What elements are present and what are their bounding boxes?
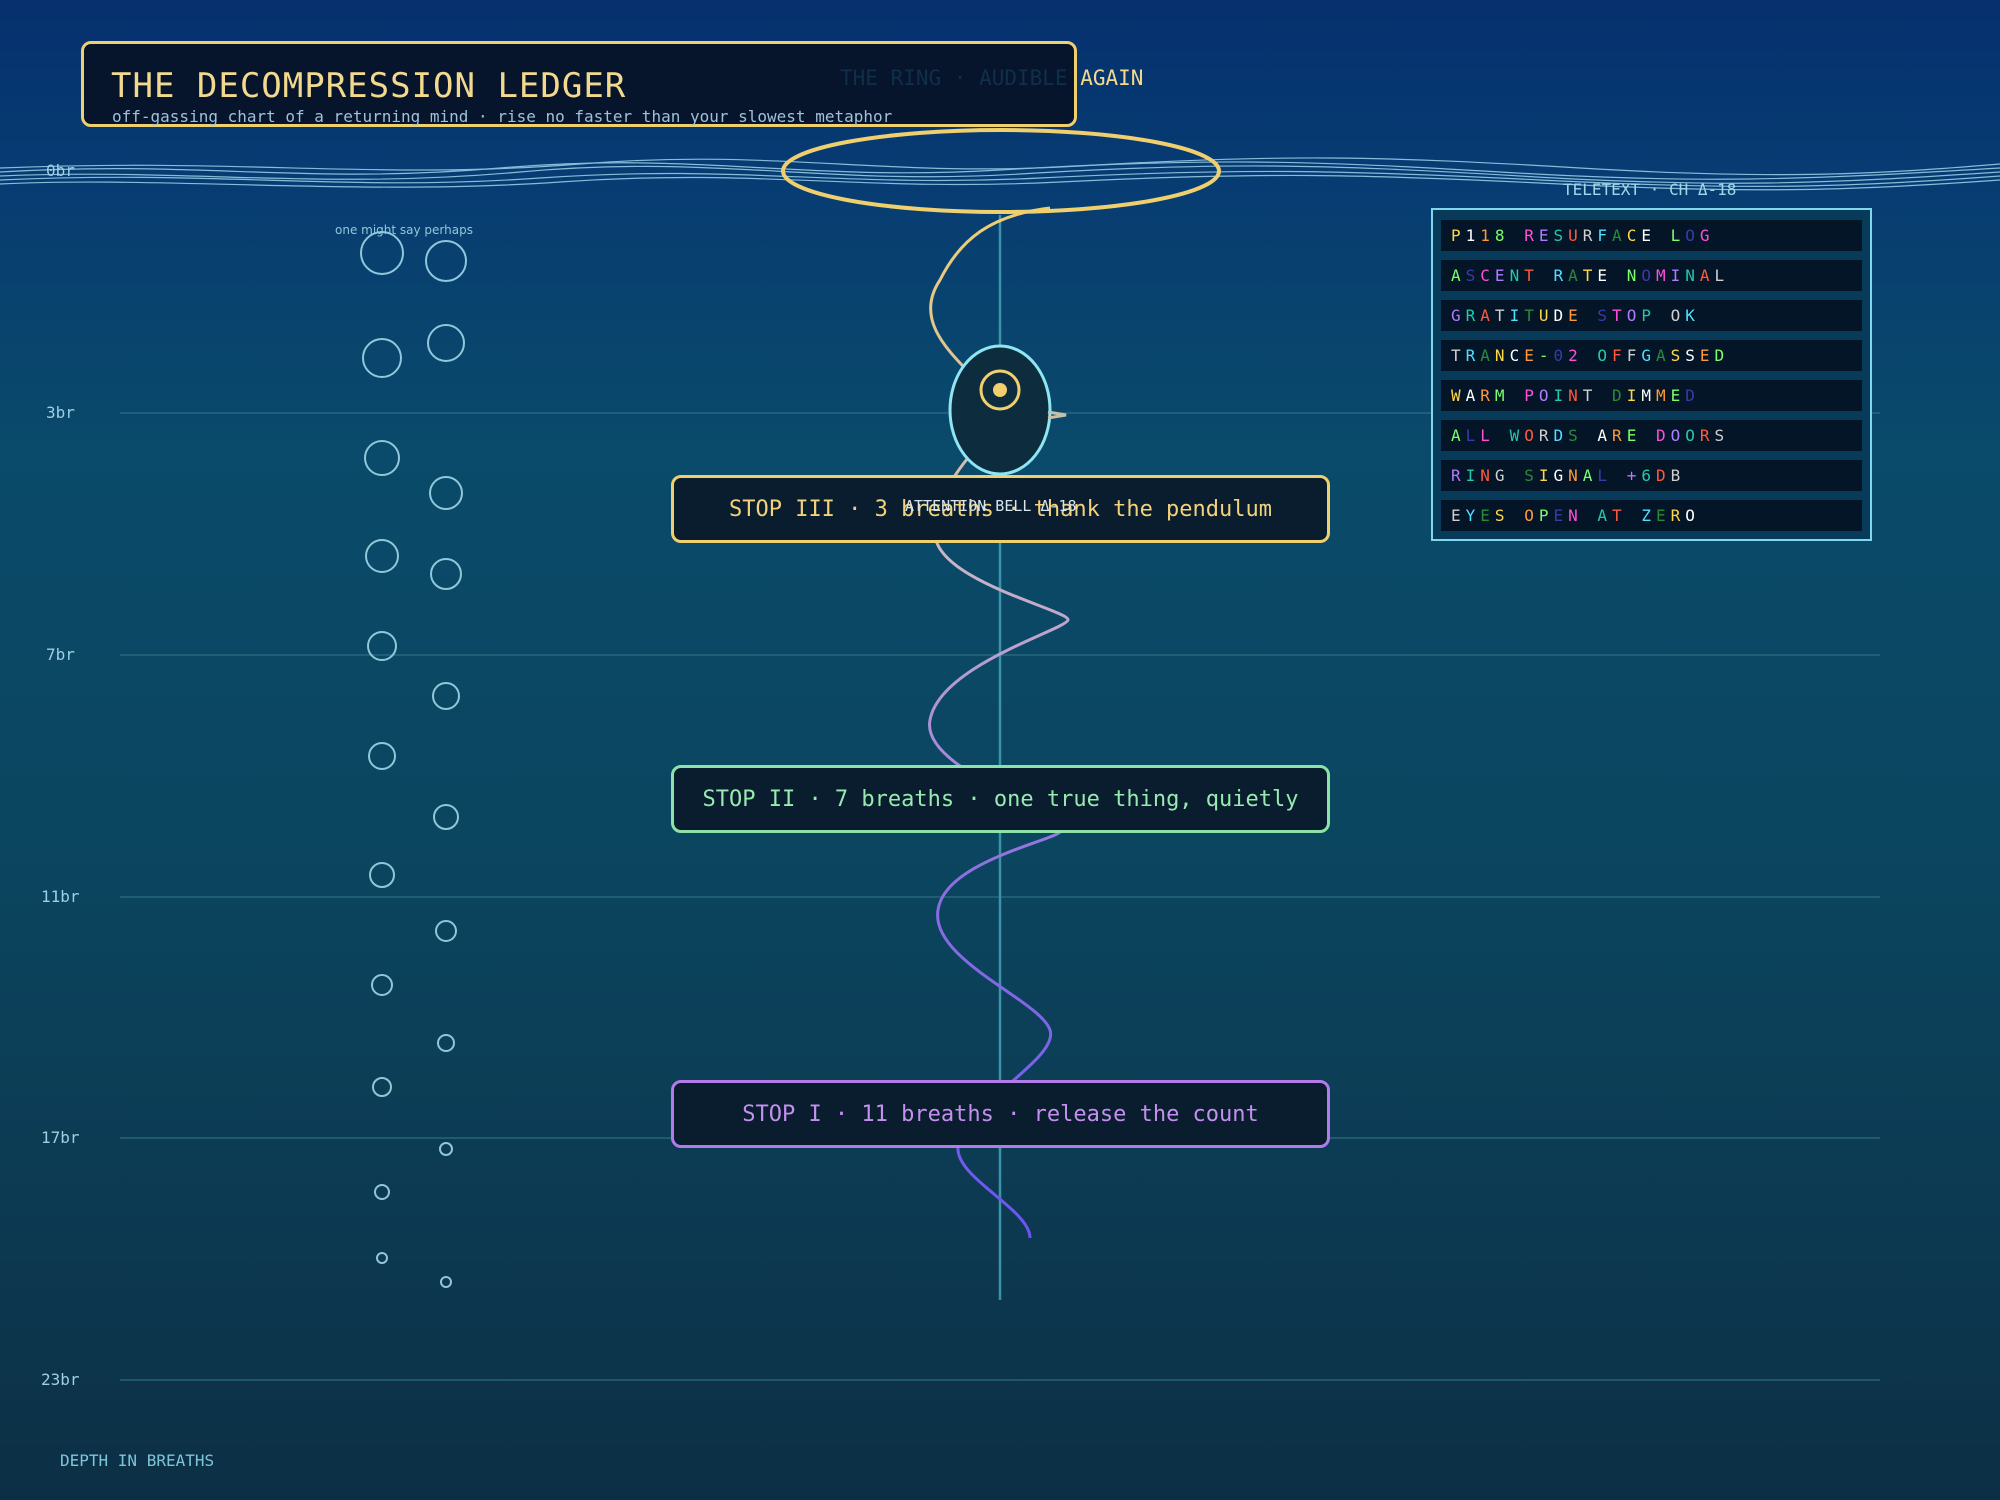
stop-i-panel: STOP I · 11 breaths · release the count	[671, 1080, 1330, 1148]
page-subtitle: off-gassing chart of a returning mind · …	[112, 107, 893, 126]
bubble-note: one might say perhaps	[335, 223, 473, 237]
depth-label-0: 0br	[46, 161, 75, 180]
ring-caption-dim: THE RING · AUDIBLE	[840, 66, 1081, 90]
teletext-row: ASCENT RATE NOMINAL	[1441, 260, 1862, 291]
page-title: THE DECOMPRESSION LEDGER	[111, 66, 627, 106]
depth-label-7: 7br	[46, 645, 75, 664]
depth-label-11: 11br	[41, 887, 80, 906]
bubbles	[360, 231, 467, 1288]
stop-ii-text: STOP II · 7 breaths · one true thing, qu…	[702, 786, 1299, 812]
ring-ellipse	[781, 128, 1221, 214]
bell-icon	[948, 344, 1067, 476]
teletext-row: ALL WORDS ARE DOORS	[1441, 420, 1862, 451]
teletext-panel: P118 RESURFACE LOG ASCENT RATE NOMINAL G…	[1431, 208, 1872, 541]
teletext-row: WARM POINT DIMMED	[1441, 380, 1862, 411]
teletext-row: P118 RESURFACE LOG	[1441, 220, 1862, 251]
depth-label-17: 17br	[41, 1128, 80, 1147]
stop-ii-panel: STOP II · 7 breaths · one true thing, qu…	[671, 765, 1330, 833]
depth-label-3: 3br	[46, 403, 75, 422]
teletext-row: RING SIGNAL +6DB	[1441, 460, 1862, 491]
teletext-row: TRANCE-02 OFFGASSED	[1441, 340, 1862, 371]
depth-axis-title: DEPTH IN BREATHS	[60, 1451, 215, 1470]
stop-i-text: STOP I · 11 breaths · release the count	[742, 1101, 1259, 1127]
bell-label: ATTENTION BELL Δ-18	[905, 497, 1077, 515]
teletext-row: EYES OPEN AT ZERO	[1441, 500, 1862, 531]
ring-caption-bright: AGAIN	[1080, 66, 1144, 90]
depth-label-23: 23br	[41, 1370, 80, 1389]
ring-caption: THE RING · AUDIBLE AGAIN	[840, 66, 1143, 90]
teletext-row: GRATITUDE STOP OK	[1441, 300, 1862, 331]
teletext-title: TELETEXT · CH Δ-18	[1563, 180, 1737, 199]
